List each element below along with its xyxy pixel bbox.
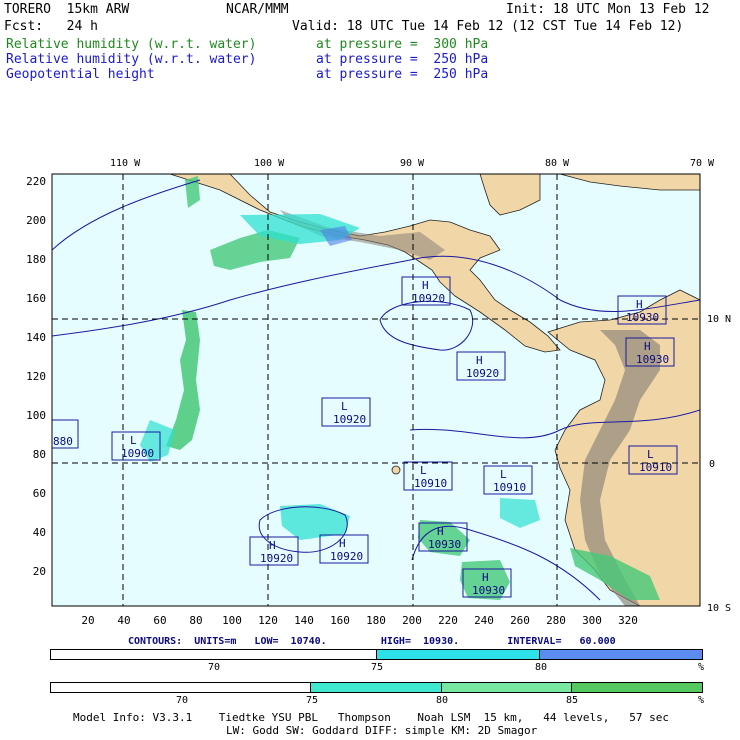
lat-label: 0 (709, 459, 715, 470)
scale1-label: 80 (535, 662, 548, 673)
x-tick: 100 (222, 614, 242, 627)
center-value: 10920 (412, 292, 445, 305)
center-value: 10930 (626, 311, 659, 324)
y-tick: 80 (33, 448, 46, 461)
center-type: H (476, 354, 483, 367)
x-tick: 40 (117, 614, 130, 627)
x-tick: 320 (618, 614, 638, 627)
center-type: H (644, 340, 651, 353)
center-type: H (482, 571, 489, 584)
center-value: 10910 (639, 461, 672, 474)
x-tick: 260 (510, 614, 530, 627)
y-tick: 100 (26, 409, 46, 422)
x-tick: 200 (402, 614, 422, 627)
scale-segment (440, 683, 572, 692)
x-tick: 300 (582, 614, 602, 627)
scale-segment (310, 683, 441, 692)
x-tick: 20 (81, 614, 94, 627)
scale1-unit: % (698, 662, 705, 673)
center-value: 10930 (636, 353, 669, 366)
scale-segment (51, 683, 311, 692)
center-type: H (339, 537, 346, 550)
galapagos (391, 465, 401, 475)
y-tick: 220 (26, 175, 46, 188)
lon-label: 90 W (400, 158, 425, 169)
scale-segment (51, 650, 376, 659)
center-type: H (636, 298, 643, 311)
y-tick: 180 (26, 253, 46, 266)
center-value: 10920 (333, 413, 366, 426)
scale-segment (538, 650, 702, 659)
center-type: H (437, 525, 444, 538)
center-value: 10920 (260, 552, 293, 565)
x-tick: 60 (153, 614, 166, 627)
center-value: 10910 (414, 477, 447, 490)
center-type: H (422, 279, 429, 292)
y-tick: 20 (33, 565, 46, 578)
x-tick: 80 (189, 614, 202, 627)
contours-info: CONTOURS: UNITS=m LOW= 10740. HIGH= 1093… (128, 636, 616, 647)
model-info: Model Info: V3.3.1 Tiedtke YSU PBL Thomp… (73, 711, 670, 724)
center-type: L (420, 464, 427, 477)
y-tick: 200 (26, 214, 46, 227)
scale1-label: 70 (208, 662, 221, 673)
scale2-label: 70 (176, 695, 189, 706)
center-value: 10900 (121, 447, 154, 460)
center-value: 10920 (466, 367, 499, 380)
center-value: 10920 (330, 550, 363, 563)
center-type: L (647, 448, 654, 461)
scale2-label: 75 (306, 695, 319, 706)
y-tick: 60 (33, 487, 46, 500)
x-tick: 140 (294, 614, 314, 627)
center-value: 880 (53, 435, 73, 448)
center-type: H (269, 539, 276, 552)
physics-info: LW: Godd SW: Goddard DIFF: simple KM: 2D… (226, 724, 538, 737)
rh-300-color-scale (50, 682, 703, 693)
center-value: 10930 (428, 538, 461, 551)
lon-label: 80 W (545, 158, 570, 169)
center-type: L (130, 434, 137, 447)
lat-label: 10 S (707, 603, 731, 614)
center-type: L (341, 400, 348, 413)
center-value: 10930 (472, 584, 505, 597)
weather-map: H 10920 H 10930 H 10930 H 10920 L 10920 … (26, 158, 731, 627)
scale-segment (375, 650, 539, 659)
x-tick: 160 (330, 614, 350, 627)
lon-label: 70 W (690, 158, 715, 169)
x-tick: 220 (438, 614, 458, 627)
center-type: L (500, 468, 507, 481)
y-tick: 140 (26, 331, 46, 344)
y-tick: 40 (33, 526, 46, 539)
scale2-unit: % (698, 695, 705, 706)
scale2-label: 85 (566, 695, 579, 706)
scale2-label: 80 (436, 695, 449, 706)
lat-label: 10 N (707, 314, 731, 325)
x-tick: 280 (546, 614, 566, 627)
x-tick: 240 (474, 614, 494, 627)
rh-250-color-scale (50, 649, 703, 660)
lon-label: 110 W (110, 158, 141, 169)
x-tick: 120 (258, 614, 278, 627)
y-tick: 120 (26, 370, 46, 383)
y-tick: 160 (26, 292, 46, 305)
x-tick: 180 (366, 614, 386, 627)
lon-label: 100 W (254, 158, 285, 169)
scale1-label: 75 (371, 662, 384, 673)
scale-segment (571, 683, 702, 692)
center-value: 10910 (493, 481, 526, 494)
